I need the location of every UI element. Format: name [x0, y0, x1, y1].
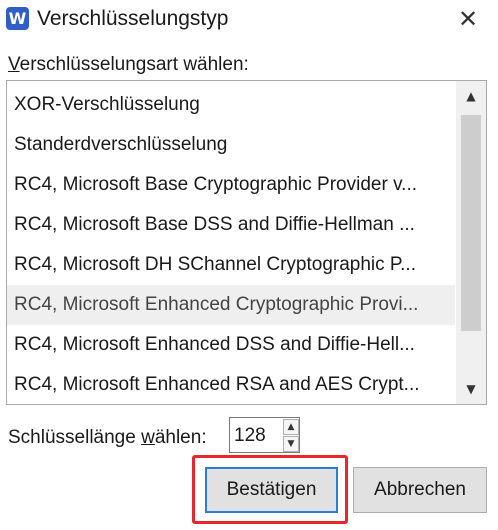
word-app-icon: W: [6, 7, 29, 30]
listbox-scrollbar[interactable]: ▲ ▼: [456, 81, 486, 404]
close-button[interactable]: ✕: [453, 4, 483, 34]
confirm-button[interactable]: Bestätigen: [205, 467, 338, 513]
label-rest: ählen:: [154, 427, 207, 448]
listbox-items: XOR-Verschlüsselung Standerdverschlüssel…: [7, 85, 455, 404]
cancel-button[interactable]: Abbrechen: [353, 467, 487, 513]
spin-up-button[interactable]: ▲: [283, 419, 299, 435]
list-item[interactable]: RC4, Microsoft Enhanced DSS and Diffie-H…: [7, 325, 455, 365]
close-icon: ✕: [457, 5, 479, 33]
label-mnemonic: w: [141, 427, 155, 448]
list-item[interactable]: RC4, Microsoft Base DSS and Diffie-Hellm…: [7, 205, 455, 245]
chevron-down-icon: ▼: [466, 382, 476, 396]
key-length-spinner[interactable]: 128 ▲ ▼: [229, 417, 300, 453]
list-item-hovered[interactable]: RC4, Microsoft Enhanced Cryptographic Pr…: [7, 285, 455, 325]
encryption-type-label: Verschlüsselungsart wählen:: [8, 53, 249, 77]
scroll-down-button[interactable]: ▼: [456, 376, 486, 402]
spin-up-icon: ▲: [287, 422, 295, 432]
scroll-up-button[interactable]: ▲: [456, 83, 486, 109]
spin-down-button[interactable]: ▼: [283, 436, 299, 452]
key-length-label: Schlüssellänge wählen:: [8, 426, 207, 450]
encryption-type-listbox[interactable]: XOR-Verschlüsselung Standerdverschlüssel…: [6, 80, 487, 405]
label-mnemonic: V: [8, 54, 20, 75]
list-item[interactable]: RC4, Microsoft Enhanced RSA and AES Cryp…: [7, 365, 455, 404]
dialog-title: Verschlüsselungstyp: [37, 7, 229, 30]
spin-down-icon: ▼: [287, 439, 295, 449]
scrollbar-thumb[interactable]: [461, 115, 481, 331]
list-item[interactable]: XOR-Verschlüsselung: [7, 85, 455, 125]
list-item[interactable]: RC4, Microsoft DH SChannel Cryptographic…: [7, 245, 455, 285]
label-rest: erschlüsselungsart wählen:: [19, 54, 249, 75]
key-length-value[interactable]: 128: [234, 424, 266, 448]
list-item[interactable]: Standerdverschlüsselung: [7, 125, 455, 165]
title-bar: W Verschlüsselungstyp ✕: [0, 0, 498, 40]
label-prefix: Schlüssellänge: [8, 427, 142, 448]
chevron-up-icon: ▲: [466, 89, 476, 103]
list-item[interactable]: RC4, Microsoft Base Cryptographic Provid…: [7, 165, 455, 205]
